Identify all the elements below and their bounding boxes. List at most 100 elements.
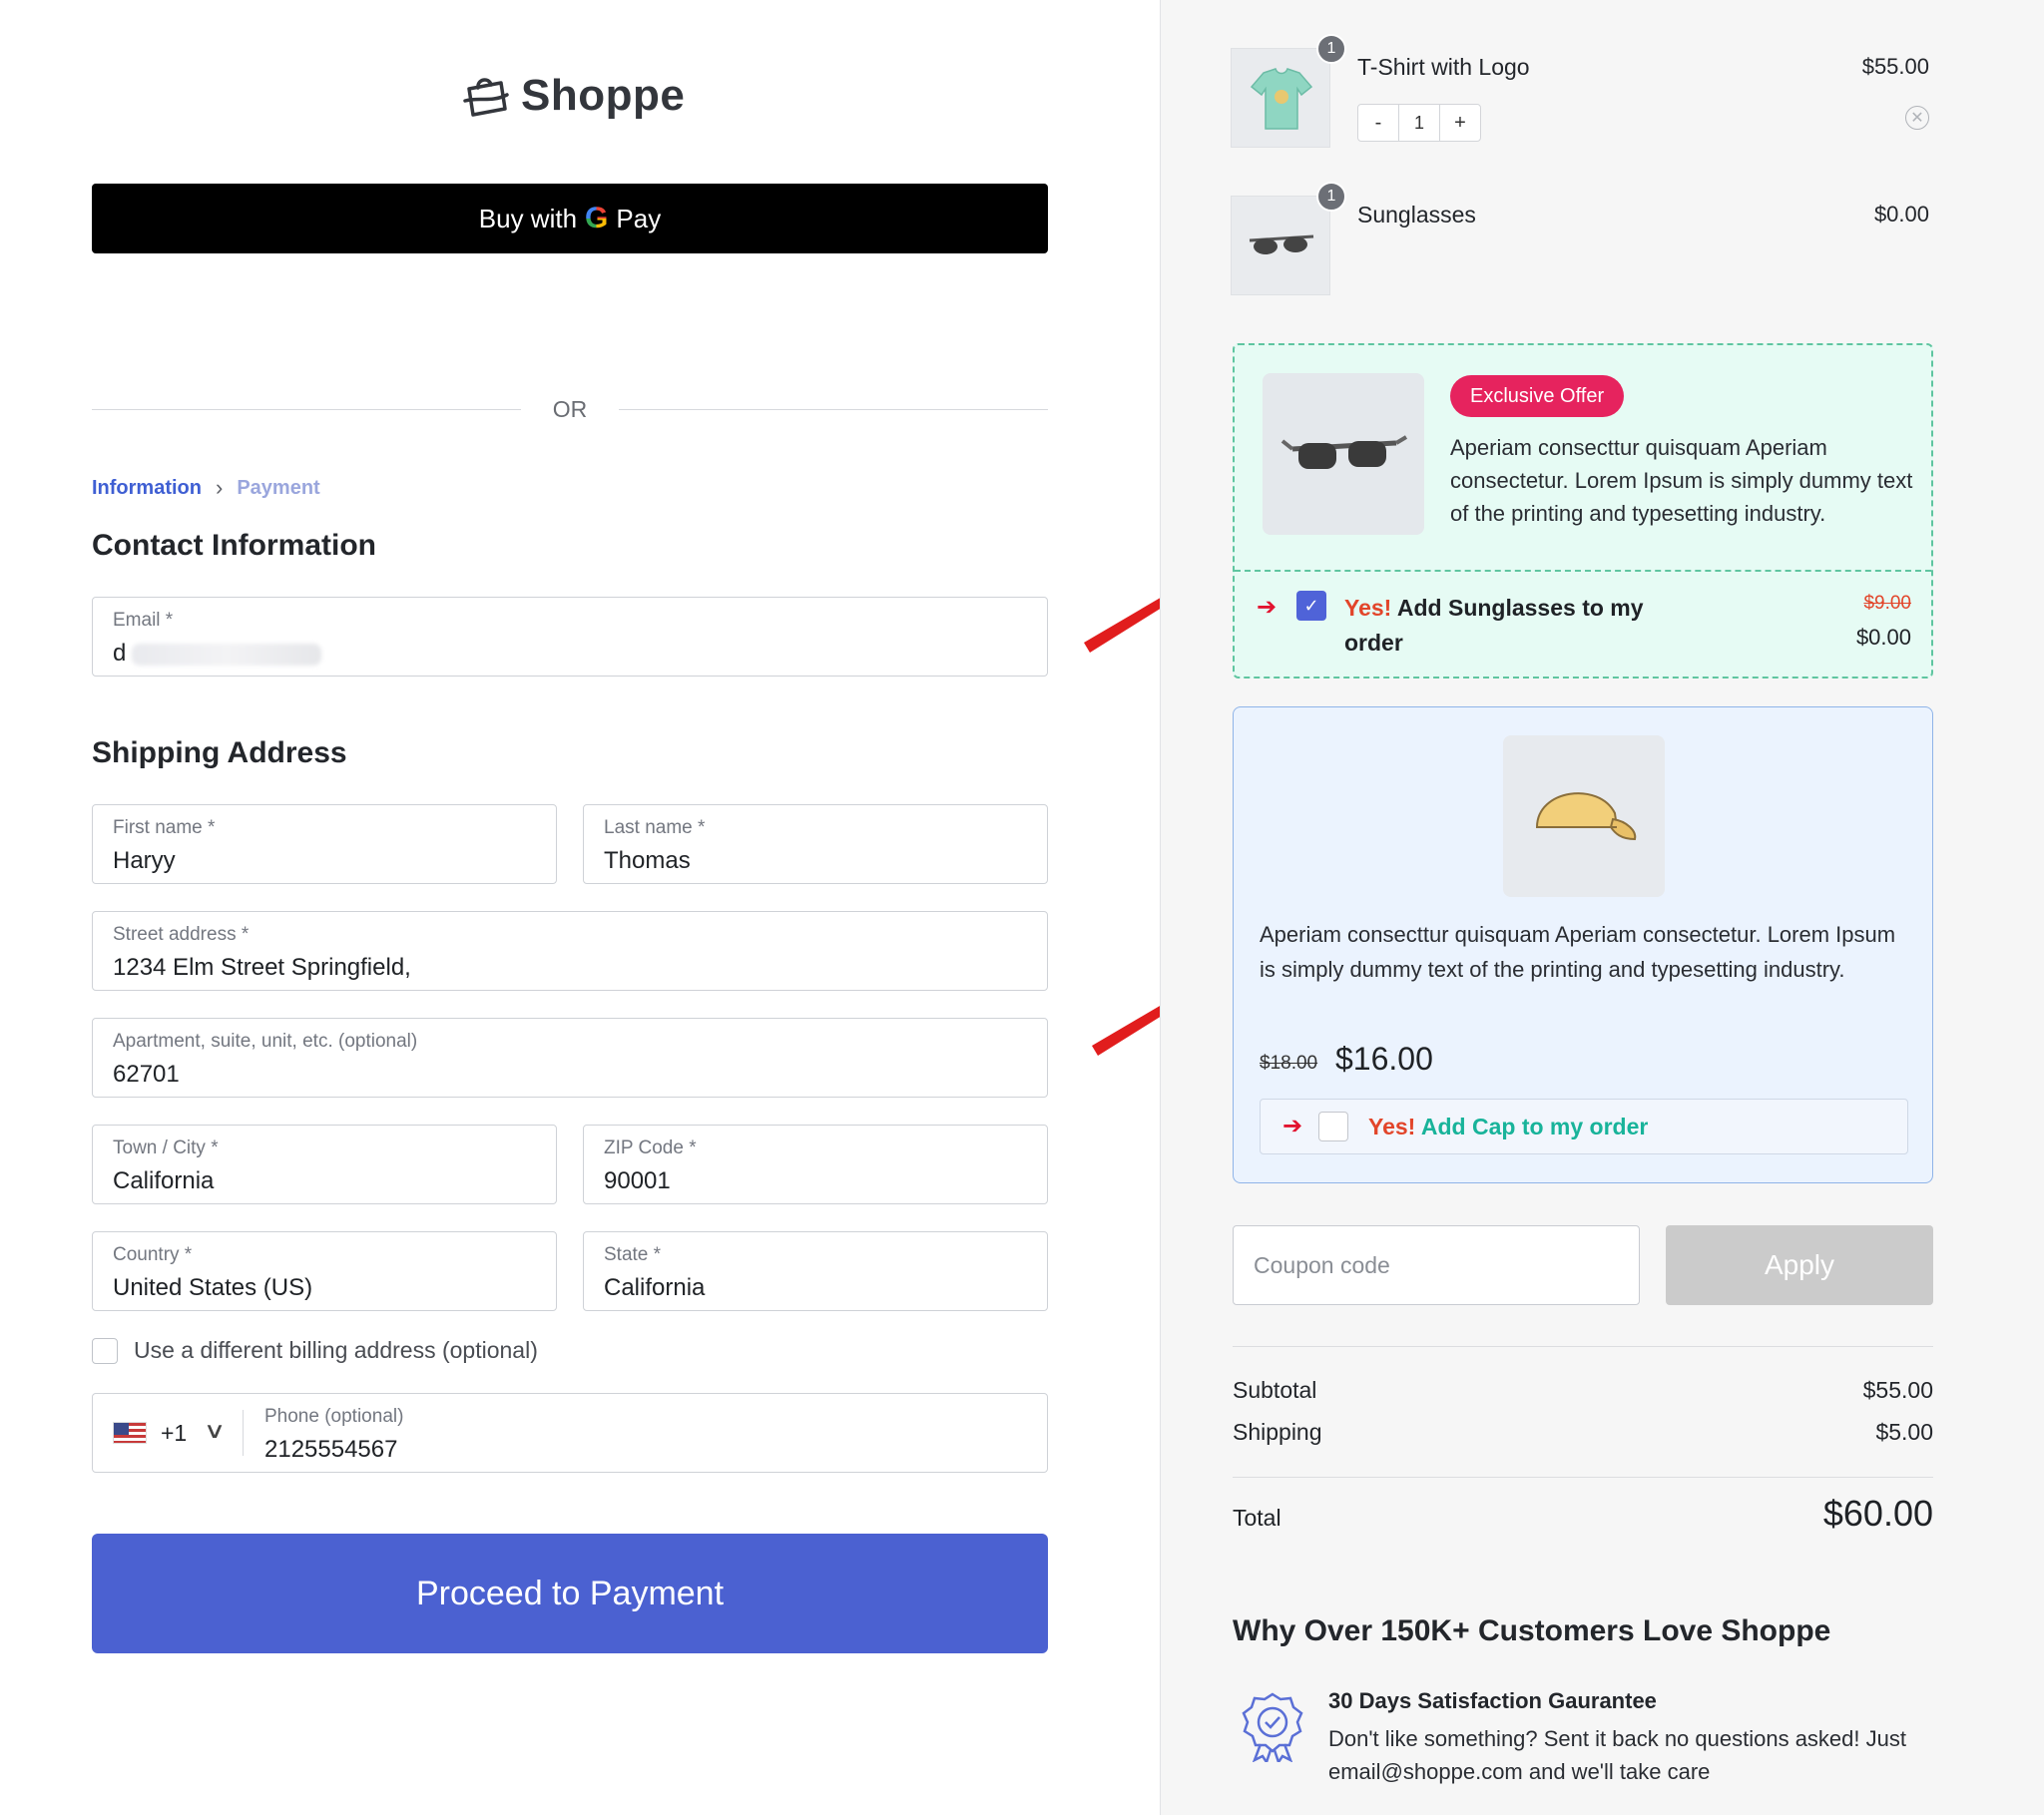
offer-description: Aperiam consecttur quisquam Aperiam cons… — [1260, 922, 1896, 982]
google-pay-button[interactable]: Buy with G Pay — [92, 184, 1048, 253]
zip-value: 90001 — [604, 1167, 671, 1194]
arrow-right-icon: ➔ — [1282, 1113, 1303, 1139]
trust-heading: Why Over 150K+ Customers Love Shoppe — [1233, 1614, 1831, 1647]
country-select[interactable]: Country * United States (US) — [92, 1231, 557, 1311]
phone-value: 2125554567 — [264, 1436, 398, 1463]
add-cap-label[interactable]: Yes! Add Cap to my order — [1368, 1114, 1648, 1140]
last-name-value: Thomas — [604, 847, 691, 874]
sunglasses-icon — [1249, 234, 1314, 254]
redacted-email-blur — [132, 643, 322, 666]
total-label: Total — [1233, 1505, 1281, 1531]
country-value: United States (US) — [113, 1274, 313, 1301]
cap-offer-card: Aperiam consecttur quisquam Aperiam cons… — [1233, 706, 1933, 1183]
decrement-button[interactable]: - — [1358, 105, 1398, 141]
first-name-label: First name * — [113, 817, 216, 838]
exclusive-offer-badge: Exclusive Offer — [1450, 375, 1625, 417]
guarantee-title: 30 Days Satisfaction Gaurantee — [1328, 1688, 1657, 1713]
shopping-bag-logo-icon — [463, 78, 509, 117]
subtotal-value: $55.00 — [1862, 1377, 1933, 1403]
or-divider: OR — [92, 391, 1048, 427]
original-price: $18.00 — [1260, 1053, 1318, 1074]
first-name-field[interactable]: First name * Haryy — [92, 804, 557, 884]
quantity-stepper[interactable]: - 1 + — [1357, 104, 1481, 142]
sunglasses-offer-image — [1263, 373, 1424, 535]
state-value: California — [604, 1274, 706, 1301]
total-value: $60.00 — [1822, 1493, 1933, 1534]
last-name-field[interactable]: Last name * Thomas — [583, 804, 1048, 884]
last-name-label: Last name * — [604, 817, 706, 838]
apply-coupon-button[interactable]: Apply — [1666, 1225, 1933, 1305]
cta-text: Add Cap to my order — [1420, 1114, 1649, 1139]
checkout-form-panel: Shoppe Buy with G Pay OR Information › P… — [0, 0, 1222, 1815]
remove-item-icon[interactable]: ✕ — [1905, 106, 1929, 130]
phone-country-code[interactable]: +1 — [161, 1420, 187, 1447]
offer-divider — [1235, 570, 1931, 572]
chevron-down-icon[interactable]: ∨ — [204, 1418, 227, 1444]
gpay-buy-with-label: Buy with — [478, 203, 578, 233]
cart-item: 1 T-Shirt with Logo $55.00 - 1 + ✕ — [1231, 34, 1929, 148]
billing-checkbox[interactable] — [92, 1337, 118, 1364]
coupon-field[interactable] — [1233, 1225, 1640, 1305]
billing-checkbox-label: Use a different billing address (optiona… — [134, 1337, 538, 1363]
order-summary-panel: 1 T-Shirt with Logo $55.00 - 1 + ✕ 1 Sun… — [1160, 0, 2044, 1815]
quantity-value[interactable]: 1 — [1398, 105, 1440, 141]
shipping-heading: Shipping Address — [92, 736, 347, 769]
state-select[interactable]: State * California — [583, 1231, 1048, 1311]
us-flag-icon[interactable] — [113, 1422, 147, 1444]
email-field[interactable]: Email * d — [92, 597, 1048, 677]
city-label: Town / City * — [113, 1137, 219, 1158]
quantity-badge: 1 — [1316, 182, 1346, 212]
offer-price: $0.00 — [1855, 625, 1911, 650]
sunglasses-thumbnail — [1231, 196, 1330, 295]
zip-field[interactable]: ZIP Code * 90001 — [583, 1125, 1048, 1204]
brand-logo[interactable]: Shoppe — [461, 66, 685, 126]
offer-description: Aperiam consecttur quisquam Aperiam cons… — [1450, 435, 1913, 526]
increment-button[interactable]: + — [1440, 105, 1480, 141]
phone-separator — [243, 1410, 244, 1456]
add-sunglasses-checkbox[interactable]: ✓ — [1296, 591, 1326, 621]
arrow-right-icon: ➔ — [1257, 594, 1278, 621]
subtotal-row: Subtotal $55.00 — [1233, 1377, 1933, 1404]
phone-label: Phone (optional) — [264, 1406, 404, 1427]
add-sunglasses-label[interactable]: Yes! Add Sunglasses to my order — [1344, 591, 1644, 661]
brand-name: Shoppe — [521, 71, 686, 120]
country-label: Country * — [113, 1244, 193, 1265]
divider-line-left — [92, 408, 521, 410]
proceed-to-payment-button[interactable]: Proceed to Payment — [92, 1534, 1048, 1653]
chevron-right-icon: › — [216, 475, 224, 500]
phone-field[interactable]: +1 ∨ Phone (optional) 2125554567 — [92, 1393, 1048, 1473]
sunglasses-icon — [1280, 435, 1408, 469]
tshirt-thumbnail — [1231, 48, 1330, 148]
breadcrumb-payment[interactable]: Payment — [237, 477, 319, 500]
state-label: State * — [604, 1244, 662, 1265]
item-price: $0.00 — [1873, 202, 1929, 227]
subtotal-label: Subtotal — [1233, 1377, 1317, 1403]
billing-address-toggle[interactable]: Use a different billing address (optiona… — [92, 1337, 538, 1364]
item-name: T-Shirt with Logo — [1357, 54, 1530, 80]
coupon-input[interactable] — [1234, 1226, 1639, 1304]
add-cap-checkbox[interactable] — [1318, 1112, 1348, 1141]
quantity-badge: 1 — [1316, 34, 1346, 64]
add-cap-row[interactable]: ➔ Yes! Add Cap to my order — [1260, 1099, 1908, 1154]
apartment-label: Apartment, suite, unit, etc. (optional) — [113, 1031, 418, 1052]
email-value: d — [113, 640, 322, 668]
street-address-field[interactable]: Street address * 1234 Elm Street Springf… — [92, 911, 1048, 991]
or-text: OR — [552, 395, 588, 422]
shipping-label: Shipping — [1233, 1419, 1322, 1445]
cart-item: 1 Sunglasses $0.00 — [1231, 182, 1929, 295]
exclusive-offer-card: Exclusive Offer Aperiam consecttur quisq… — [1233, 343, 1933, 679]
summary-divider — [1233, 1346, 1933, 1347]
breadcrumb: Information › Payment — [92, 475, 320, 501]
apartment-field[interactable]: Apartment, suite, unit, etc. (optional) … — [92, 1018, 1048, 1098]
first-name-value: Haryy — [113, 847, 176, 874]
cap-offer-image — [1503, 735, 1665, 897]
yes-label: Yes! — [1344, 595, 1392, 621]
city-field[interactable]: Town / City * California — [92, 1125, 557, 1204]
email-label: Email * — [113, 610, 174, 631]
shipping-value: $5.00 — [1875, 1419, 1933, 1445]
guarantee-badge-icon — [1242, 1692, 1303, 1762]
divider-line-right — [619, 408, 1048, 410]
total-row: Total $60.00 — [1233, 1493, 1933, 1535]
total-divider — [1233, 1477, 1933, 1478]
breadcrumb-information[interactable]: Information — [92, 477, 202, 500]
